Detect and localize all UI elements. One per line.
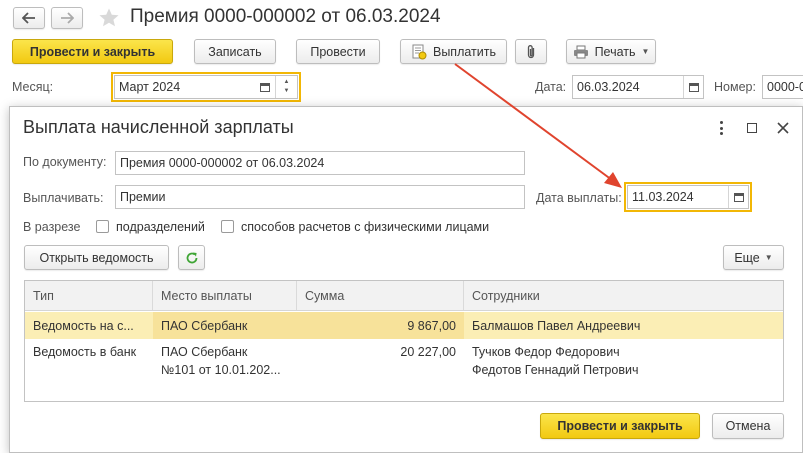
forward-button[interactable] xyxy=(51,7,83,29)
number-value: 0000-0 xyxy=(767,80,803,94)
page-title: Премия 0000-000002 от 06.03.2024 xyxy=(130,6,441,27)
by-document-label: По документу: xyxy=(23,155,107,169)
refresh-button[interactable] xyxy=(178,245,205,270)
column-header-place[interactable]: Место выплаты xyxy=(153,281,297,310)
refresh-icon xyxy=(186,252,197,263)
pay-date-value: 11.03.2024 xyxy=(632,190,694,204)
print-button-label: Печать xyxy=(594,44,636,59)
payments-table: Тип Место выплаты Сумма Сотрудники Ведом… xyxy=(24,280,784,402)
pay-label: Выплачивать: xyxy=(23,191,104,205)
cell-sum: 20 227,00 xyxy=(400,345,456,359)
open-statement-button[interactable]: Открыть ведомость xyxy=(24,245,169,270)
number-field[interactable]: 0000-0 xyxy=(762,75,803,99)
forward-arrow-icon xyxy=(61,12,74,24)
post-button[interactable]: Провести xyxy=(296,39,380,64)
cell-place: ПАО Сбербанк xyxy=(161,319,248,333)
date-value: 06.03.2024 xyxy=(577,80,640,94)
divisions-checkbox-label[interactable]: подразделений xyxy=(116,220,205,234)
post-and-close-button[interactable]: Провести и закрыть xyxy=(12,39,173,64)
pay-field[interactable]: Премии xyxy=(115,185,525,209)
back-button[interactable] xyxy=(13,7,45,29)
cell-employees: Балмашов Павел Андреевич xyxy=(472,319,641,333)
month-label: Месяц: xyxy=(12,80,54,94)
cell-sum: 9 867,00 xyxy=(407,319,456,333)
cell-place: ПАО Сбербанк xyxy=(161,345,248,359)
calendar-button[interactable] xyxy=(683,76,703,98)
cell-employees: Тучков Федор Федорович xyxy=(472,345,620,359)
column-header-employees[interactable]: Сотрудники xyxy=(464,281,783,310)
printer-icon xyxy=(573,45,588,58)
spin-up-icon[interactable]: ▲ xyxy=(284,78,290,87)
pay-date-label: Дата выплаты: xyxy=(536,191,622,205)
spin-down-icon[interactable]: ▼ xyxy=(284,87,290,96)
close-icon[interactable] xyxy=(777,122,789,134)
breakdown-label: В разрезе xyxy=(23,220,81,234)
save-button[interactable]: Записать xyxy=(194,39,276,64)
calendar-icon xyxy=(733,193,744,202)
cancel-button[interactable]: Отмена xyxy=(712,413,784,439)
maximize-icon[interactable] xyxy=(747,123,757,133)
calendar-button[interactable] xyxy=(255,76,275,98)
by-document-field[interactable]: Премия 0000-000002 от 06.03.2024 xyxy=(115,151,525,175)
more-vertical-icon[interactable] xyxy=(718,121,724,135)
table-header: Тип Место выплаты Сумма Сотрудники xyxy=(25,281,783,311)
table-row[interactable]: Ведомость на с... ПАО Сбербанк 9 867,00 … xyxy=(25,312,783,339)
pay-button[interactable]: Выплатить xyxy=(400,39,507,64)
table-row[interactable]: Ведомость в банк ПАО Сбербанк №101 от 10… xyxy=(25,339,783,385)
month-field[interactable]: Март 2024 ▲ ▼ xyxy=(111,72,301,102)
pay-icon xyxy=(412,44,427,59)
dialog-title: Выплата начисленной зарплаты xyxy=(23,117,294,137)
number-label: Номер: xyxy=(714,80,756,94)
more-button[interactable]: Еще ▼ xyxy=(723,245,784,270)
by-document-value: Премия 0000-000002 от 06.03.2024 xyxy=(120,156,325,170)
back-arrow-icon xyxy=(22,12,35,24)
date-label: Дата: xyxy=(535,80,567,94)
dialog-post-and-close-button[interactable]: Провести и закрыть xyxy=(540,413,700,439)
date-field[interactable]: 06.03.2024 xyxy=(572,75,704,99)
calendar-button[interactable] xyxy=(728,186,748,208)
cell-type: Ведомость в банк xyxy=(33,345,137,359)
more-button-label: Еще xyxy=(734,250,760,265)
pay-value: Премии xyxy=(120,190,166,204)
attach-button[interactable] xyxy=(515,39,547,64)
column-header-type[interactable]: Тип xyxy=(25,281,153,310)
star-icon[interactable] xyxy=(98,7,120,29)
cell-employees-line2: Федотов Геннадий Петрович xyxy=(472,363,639,377)
column-header-sum[interactable]: Сумма xyxy=(297,281,464,310)
payout-dialog: Выплата начисленной зарплаты По документ… xyxy=(9,106,803,453)
pay-date-field[interactable]: 11.03.2024 xyxy=(624,182,752,212)
month-spinner[interactable]: ▲ ▼ xyxy=(275,76,297,98)
divisions-checkbox[interactable] xyxy=(96,220,109,233)
calendar-icon xyxy=(688,83,699,92)
month-value: Март 2024 xyxy=(119,80,181,94)
cell-place-line2: №101 от 10.01.202... xyxy=(161,363,281,377)
paperclip-icon xyxy=(527,44,535,58)
chevron-down-icon: ▼ xyxy=(641,47,650,56)
calendar-icon xyxy=(260,83,270,92)
print-button[interactable]: Печать ▼ xyxy=(566,39,656,64)
pay-button-label: Выплатить xyxy=(432,44,496,59)
methods-checkbox[interactable] xyxy=(221,220,234,233)
cell-type: Ведомость на с... xyxy=(33,319,134,333)
methods-checkbox-label[interactable]: способов расчетов с физическими лицами xyxy=(241,220,489,234)
chevron-down-icon: ▼ xyxy=(764,253,773,262)
